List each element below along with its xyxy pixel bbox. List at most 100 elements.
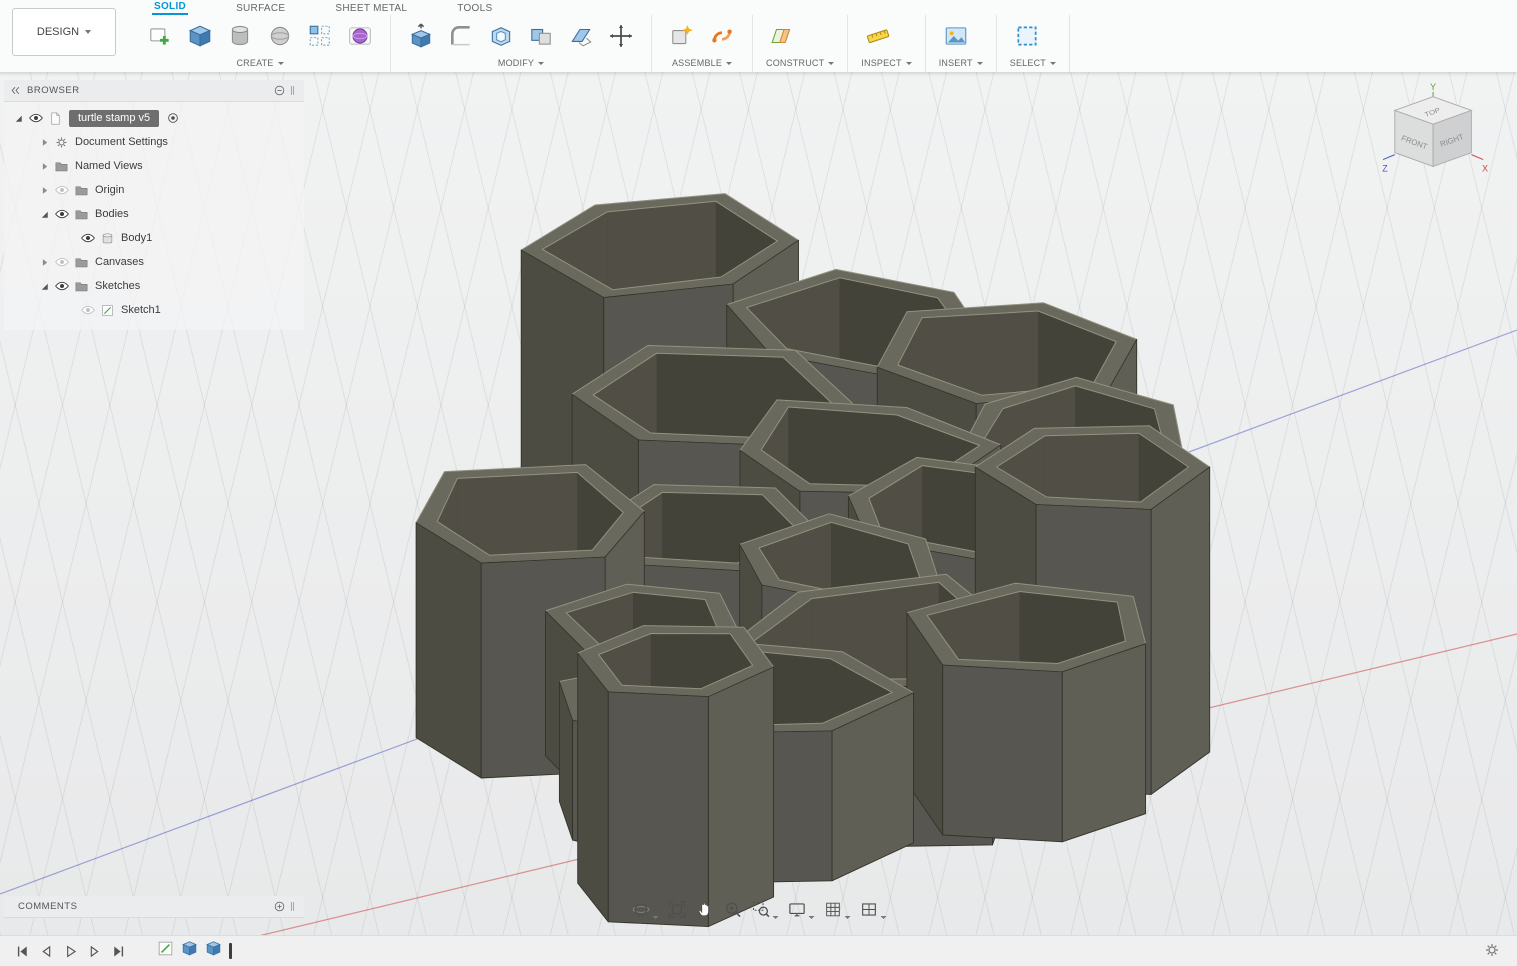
extrude-feature-item[interactable]	[180, 939, 199, 963]
construct-plane-button[interactable]	[766, 19, 800, 53]
browser-item-turtle-stamp-v5[interactable]: turtle stamp v5	[4, 106, 304, 130]
orbit-button[interactable]	[631, 900, 658, 919]
offset-face-button[interactable]	[564, 19, 598, 53]
display-settings-button[interactable]	[787, 900, 814, 919]
document-icon	[51, 112, 60, 124]
browser-tree: turtle stamp v5 Document Settings Named Vi…	[4, 102, 304, 330]
browser-item-label: Sketches	[95, 280, 141, 292]
group-label-text: INSERT	[938, 58, 973, 68]
folder-icon	[75, 185, 88, 195]
extrude-feature-icon	[206, 941, 221, 956]
collapse-panel-icon[interactable]	[9, 84, 22, 97]
sphere-button[interactable]	[263, 19, 297, 53]
rectangular-pattern-button[interactable]	[303, 19, 337, 53]
fit-button[interactable]	[667, 900, 686, 919]
cylinder-icon	[231, 25, 249, 46]
browser-item-sketch1[interactable]: Sketch1	[4, 298, 304, 322]
create-sketch-button[interactable]	[143, 19, 177, 53]
panel-grip-icon[interactable]	[286, 84, 299, 97]
panel-grip-icon[interactable]	[286, 900, 299, 913]
browser-item-sketches[interactable]: Sketches	[4, 274, 304, 298]
expander-expanded-icon[interactable]	[38, 208, 51, 221]
toolbar-group-assemble: ASSEMBLE	[652, 15, 753, 72]
sketch-feature-item[interactable]	[156, 939, 175, 963]
zoom-window-icon	[752, 901, 769, 918]
visibility-eye-icon[interactable]	[54, 278, 70, 294]
shell-button[interactable]	[484, 19, 518, 53]
design-menu-button[interactable]: DESIGN	[12, 8, 116, 56]
fillet-button[interactable]	[444, 19, 478, 53]
press-pull-button[interactable]	[404, 19, 438, 53]
go-to-start-button[interactable]	[10, 939, 34, 963]
timeline-bar	[0, 935, 1517, 966]
group-label-text: MODIFY	[497, 58, 535, 68]
view-cube[interactable]: Y TOP FRONT RIGHT Z X	[1373, 80, 1503, 188]
measure-button[interactable]	[861, 19, 895, 53]
browser-item-document-settings[interactable]: Document Settings	[4, 130, 304, 154]
extrude-feature-item[interactable]	[204, 939, 223, 963]
joint-button[interactable]	[705, 19, 739, 53]
gear-icon	[56, 137, 67, 147]
add-comment-icon[interactable]	[273, 900, 286, 913]
browser-item-origin[interactable]: Origin	[4, 178, 304, 202]
activate-component-radio-icon[interactable]	[166, 111, 180, 125]
visibility-eye-icon[interactable]	[54, 254, 70, 270]
expander-expanded-icon[interactable]	[12, 112, 25, 125]
group-label-construct[interactable]: CONSTRUCT	[766, 58, 835, 68]
folder-icon	[75, 257, 88, 267]
expander-collapsed-icon[interactable]	[38, 136, 51, 149]
move-copy-button[interactable]	[604, 19, 638, 53]
fillet-icon	[451, 26, 470, 46]
browser-item-label: Bodies	[95, 208, 129, 220]
group-label-modify[interactable]: MODIFY	[404, 58, 638, 68]
group-label-assemble[interactable]: ASSEMBLE	[665, 58, 739, 68]
gear-icon	[1486, 944, 1498, 956]
tab-tools[interactable]: TOOLS	[455, 3, 494, 15]
tab-surface[interactable]: SURFACE	[234, 3, 287, 15]
browser-item-named-views[interactable]: Named Views	[4, 154, 304, 178]
combine-button[interactable]	[524, 19, 558, 53]
expander-collapsed-icon[interactable]	[38, 256, 51, 269]
group-label-inspect[interactable]: INSPECT	[861, 58, 912, 68]
step-forward-button[interactable]	[82, 939, 106, 963]
tab-solid[interactable]: SOLID	[152, 1, 189, 15]
caret-down-icon	[85, 30, 92, 34]
toolbar-group-modify: MODIFY	[391, 15, 652, 72]
browser-item-body1[interactable]: Body1	[4, 226, 304, 250]
timeline-settings-button[interactable]	[1483, 941, 1503, 961]
grid-display-button[interactable]	[823, 900, 850, 919]
expander-collapsed-icon[interactable]	[38, 184, 51, 197]
visibility-eye-icon[interactable]	[80, 302, 96, 318]
visibility-eye-icon[interactable]	[80, 230, 96, 246]
visibility-eye-icon[interactable]	[28, 110, 44, 126]
play-button[interactable]	[58, 939, 82, 963]
new-component-button[interactable]	[665, 19, 699, 53]
expander-collapsed-icon[interactable]	[38, 160, 51, 173]
select-tool-button[interactable]	[1010, 19, 1044, 53]
visibility-eye-icon[interactable]	[54, 206, 70, 222]
tab-sheet-metal[interactable]: SHEET METAL	[333, 3, 409, 15]
insert-image-button[interactable]	[939, 19, 973, 53]
timeline-position-marker[interactable]	[229, 943, 232, 959]
zoom-button[interactable]	[723, 900, 742, 919]
group-label-create[interactable]: CREATE	[143, 58, 377, 68]
viewport[interactable]: BROWSER turtle stamp v5 Document Settings…	[0, 72, 1517, 935]
step-back-button[interactable]	[34, 939, 58, 963]
box-button[interactable]	[183, 19, 217, 53]
visibility-eye-icon[interactable]	[54, 182, 70, 198]
viewports-button[interactable]	[859, 900, 886, 919]
sketch-feature-icon	[158, 941, 173, 956]
expander-expanded-icon[interactable]	[38, 280, 51, 293]
browser-item-bodies[interactable]: Bodies	[4, 202, 304, 226]
browser-item-canvases[interactable]: Canvases	[4, 250, 304, 274]
pan-button[interactable]	[695, 900, 714, 919]
cylinder-button[interactable]	[223, 19, 257, 53]
create-form-button[interactable]	[343, 19, 377, 53]
group-label-insert[interactable]: INSERT	[939, 58, 983, 68]
group-label-select[interactable]: SELECT	[1010, 58, 1056, 68]
zoom-window-button[interactable]	[751, 900, 778, 919]
group-icons	[766, 17, 834, 55]
minimize-panel-icon[interactable]	[273, 84, 286, 97]
go-to-end-button[interactable]	[106, 939, 130, 963]
caret-down-icon	[905, 61, 912, 65]
